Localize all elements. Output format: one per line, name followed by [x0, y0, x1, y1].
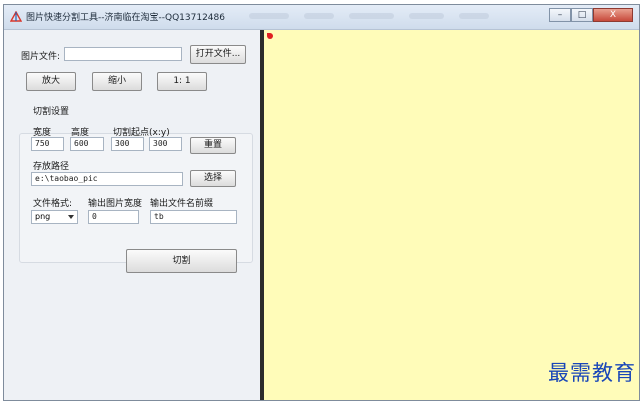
browse-button[interactable]: 选择 — [190, 170, 236, 187]
file-format-select[interactable]: png — [31, 210, 78, 224]
open-file-button[interactable]: 打开文件... — [190, 45, 246, 64]
blurred-title-text — [249, 13, 289, 19]
zoom-in-button[interactable]: 放大 — [26, 72, 76, 91]
window-title: 图片快速分割工具--济南临在淘宝--QQ13712486 — [26, 13, 225, 23]
window-controls: – □ X — [549, 8, 633, 22]
actual-size-button[interactable]: 1: 1 — [157, 72, 207, 91]
maximize-button[interactable]: □ — [571, 8, 593, 22]
reset-button[interactable]: 重置 — [190, 137, 236, 154]
chevron-down-icon — [68, 215, 74, 219]
title-bar[interactable]: 图片快速分割工具--济南临在淘宝--QQ13712486 – □ X — [4, 5, 639, 30]
image-file-label: 图片文件: — [21, 52, 61, 62]
close-button[interactable]: X — [593, 8, 633, 22]
app-icon — [10, 11, 22, 22]
start-y-input[interactable]: 300 — [149, 137, 182, 151]
output-prefix-input[interactable]: tb — [150, 210, 237, 224]
start-x-input[interactable]: 300 — [111, 137, 144, 151]
control-panel: 图片文件: 打开文件... 放大 缩小 1: 1 切割设置 宽度 高度 切割起点… — [4, 30, 260, 400]
cut-origin-marker — [267, 33, 273, 39]
minimize-button[interactable]: – — [549, 8, 571, 22]
save-path-label: 存放路径 — [33, 162, 70, 172]
app-window: 图片快速分割工具--济南临在淘宝--QQ13712486 – □ X 图片文件:… — [3, 4, 640, 401]
image-canvas[interactable] — [264, 30, 639, 400]
blurred-title-text — [349, 13, 394, 19]
blurred-title-text — [459, 13, 489, 19]
blurred-title-text — [304, 13, 334, 19]
image-file-input[interactable] — [64, 47, 182, 61]
output-prefix-label: 输出文件名前缀 — [150, 199, 214, 209]
output-width-input[interactable]: 0 — [88, 210, 139, 224]
save-path-input[interactable]: e:\taobao_pic — [31, 172, 183, 186]
cut-button[interactable]: 切割 — [126, 249, 237, 273]
zoom-out-button[interactable]: 缩小 — [92, 72, 142, 91]
file-format-label: 文件格式: — [33, 199, 73, 209]
width-input[interactable]: 750 — [31, 137, 64, 151]
output-width-label: 输出图片宽度 — [88, 199, 143, 209]
blurred-title-text — [409, 13, 444, 19]
cut-settings-title: 切割设置 — [33, 107, 70, 117]
watermark-logo: 最需教育 — [548, 361, 636, 385]
height-input[interactable]: 600 — [70, 137, 104, 151]
file-format-value: png — [35, 212, 51, 221]
